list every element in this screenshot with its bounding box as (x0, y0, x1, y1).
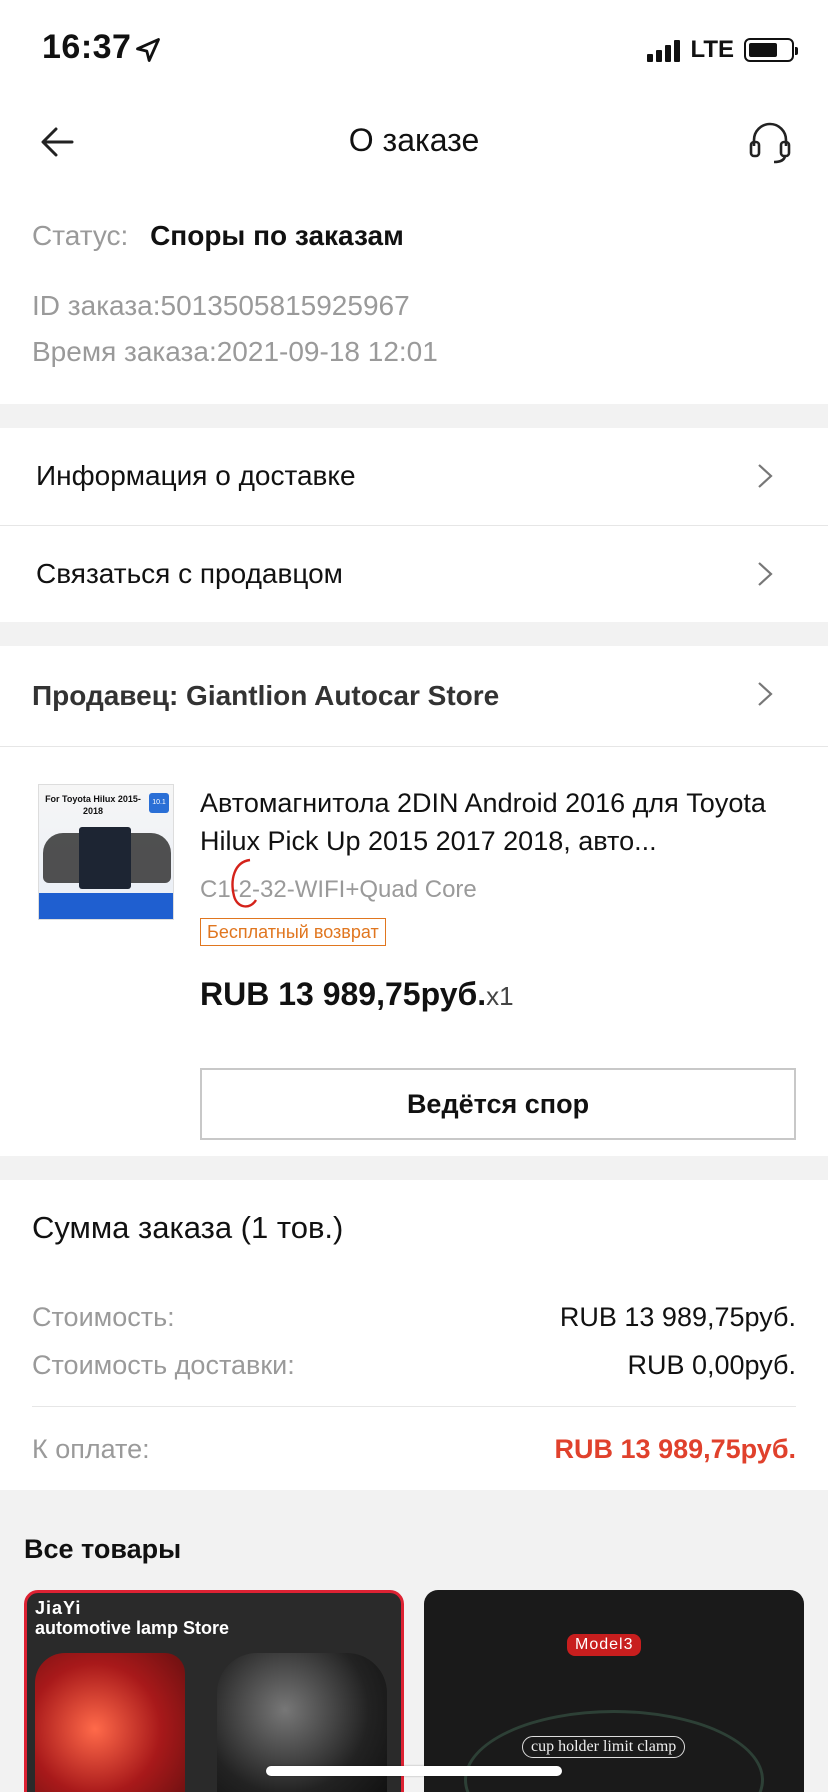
total-label: К оплате: (32, 1434, 150, 1464)
chevron-right-icon (758, 562, 773, 586)
card-store-subtitle: automotive lamp Store (35, 1618, 230, 1638)
section-gap (0, 1156, 828, 1180)
thumbnail-bar (39, 893, 173, 919)
delivery-info-label: Информация о доставке (36, 460, 356, 491)
quantity: x1 (486, 981, 514, 1011)
status-value: Споры по заказам (150, 220, 404, 251)
network-type: LTE (690, 36, 734, 63)
home-indicator[interactable] (266, 1766, 562, 1776)
free-return-badge: Бесплатный возврат (200, 918, 386, 946)
support-headset-icon[interactable] (746, 118, 794, 166)
product-price: RUB 13 989,75руб.x1 (200, 976, 514, 1013)
cost-value: RUB 13 989,75руб. (559, 1302, 796, 1332)
seller-row[interactable]: Продавец: Giantlion Autocar Store (0, 646, 828, 746)
price-value: RUB 13 989,75руб. (200, 976, 487, 1012)
status-time: 16:37 (42, 28, 132, 66)
thumbnail-badge: 10.1 (149, 793, 169, 813)
page-title: О заказе (348, 122, 480, 158)
status-bar: 16:37 LTE (0, 0, 828, 96)
status-label: Статус: (32, 220, 129, 251)
contact-seller-row[interactable]: Связаться с продавцом (0, 526, 828, 622)
thumbnail-title: For Toyota Hilux 2015-2018 (45, 794, 141, 816)
signal-icon (647, 38, 681, 62)
delivery-info-row[interactable]: Информация о доставке (0, 428, 828, 524)
order-status-section: Статус: Споры по заказам ID заказа:50135… (0, 186, 828, 404)
shipping-value: RUB 0,00руб. (627, 1350, 796, 1380)
nav-bar: О заказе (0, 96, 828, 186)
location-arrow-icon (136, 38, 160, 62)
order-status: Статус: Споры по заказам (32, 220, 404, 252)
product-item: For Toyota Hilux 2015-2018 10.1 Автомагн… (0, 746, 828, 1156)
order-summary: Сумма заказа (1 тов.) Стоимость: RUB 13 … (0, 1180, 828, 1490)
summary-title: Сумма заказа (1 тов.) (32, 1210, 344, 1245)
shipping-label: Стоимость доставки: (32, 1350, 295, 1380)
product-card[interactable]: Model3 cup holder limit clamp (424, 1590, 804, 1792)
tail-lamp-image (35, 1653, 185, 1792)
red-circle-annotation (231, 858, 258, 908)
section-gap (0, 404, 828, 428)
all-products-section: Все товары JiaYi automotive lamp Store M… (0, 1490, 828, 1792)
battery-icon (744, 38, 798, 62)
section-gap (0, 622, 828, 646)
card-product-label: cup holder limit clamp (522, 1736, 686, 1758)
total-value: RUB 13 989,75руб. (554, 1434, 796, 1464)
chevron-right-icon (758, 682, 773, 706)
card-model-badge: Model3 (567, 1634, 642, 1656)
divider (32, 1406, 796, 1407)
order-id: ID заказа:5013505815925967 (32, 290, 410, 321)
thumbnail-screen (79, 827, 131, 889)
order-details-screen: 16:37 LTE О заказе Статус: Споры по зака… (0, 0, 828, 1792)
all-products-title: Все товары (24, 1534, 182, 1564)
chevron-right-icon (758, 464, 773, 488)
product-card[interactable]: JiaYi automotive lamp Store (24, 1590, 404, 1792)
cost-label: Стоимость: (32, 1302, 175, 1332)
product-thumbnail[interactable]: For Toyota Hilux 2015-2018 10.1 (38, 784, 174, 920)
order-time: Время заказа:2021-09-18 12:01 (32, 336, 438, 367)
dispute-in-progress-button[interactable]: Ведётся спор (200, 1068, 796, 1140)
seller-label: Продавец: Giantlion Autocar Store (32, 680, 500, 711)
status-indicators: LTE (647, 36, 798, 64)
contact-seller-label: Связаться с продавцом (36, 558, 343, 589)
card-store-name: JiaYi (35, 1598, 82, 1618)
product-title[interactable]: Автомагнитола 2DIN Android 2016 для Toyo… (200, 784, 790, 860)
